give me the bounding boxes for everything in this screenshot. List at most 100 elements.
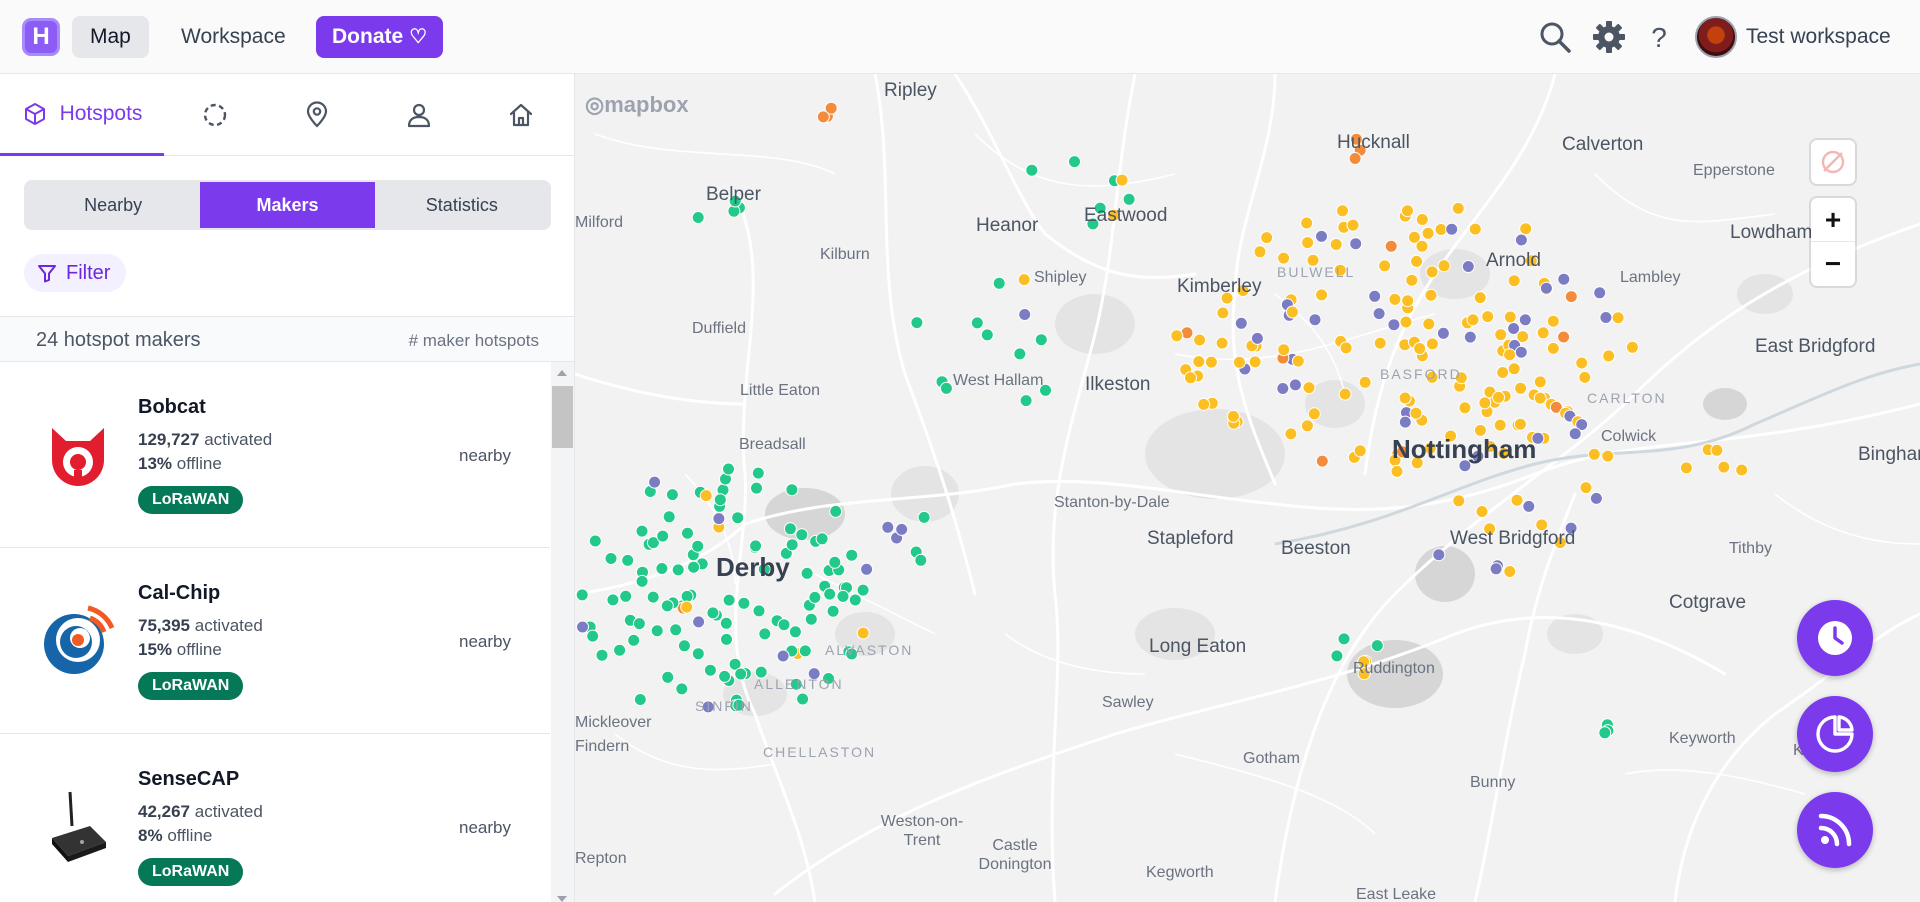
hotspot-marker[interactable] [595,648,609,662]
hotspot-marker[interactable] [828,555,842,569]
hotspot-marker[interactable] [1398,415,1412,429]
hotspot-marker[interactable] [1494,328,1508,342]
hotspot-marker[interactable] [785,538,799,552]
hotspot-marker[interactable] [1330,649,1344,663]
hotspot-marker[interactable] [621,553,635,567]
hotspot-marker[interactable] [680,600,694,614]
hotspot-marker[interactable] [613,643,627,657]
hotspot-marker[interactable] [1413,342,1427,355]
hotspot-marker[interactable] [1215,336,1229,350]
hotspot-marker[interactable] [1514,381,1528,395]
hotspot-marker[interactable] [1401,204,1414,218]
hotspot-marker[interactable] [627,633,641,647]
hotspot-marker[interactable] [1184,371,1197,385]
hotspot-marker[interactable] [1260,231,1274,245]
hotspot-marker[interactable] [1410,254,1424,268]
hotspot-marker[interactable] [910,316,924,330]
hotspot-marker[interactable] [992,276,1006,290]
hotspot-marker[interactable] [1514,233,1528,247]
hotspot-marker[interactable] [788,625,802,639]
donate-button[interactable]: Donate ♡ [316,16,444,58]
zoom-out-button[interactable]: − [1811,242,1855,286]
hotspot-marker[interactable] [856,626,870,640]
hotspot-marker[interactable] [1503,348,1517,362]
hotspot-marker[interactable] [661,670,675,684]
hotspot-marker[interactable] [712,512,726,526]
hotspot-marker[interactable] [1492,390,1505,404]
hotspot-marker[interactable] [650,624,664,638]
hotspot-marker[interactable] [848,593,862,607]
hotspot-marker[interactable] [662,510,676,524]
hotspot-marker[interactable] [1598,726,1612,740]
hotspot-marker[interactable] [1475,505,1489,518]
hotspot-marker[interactable] [1468,222,1482,236]
hotspot-marker[interactable] [734,667,748,681]
hotspot-marker[interactable] [1368,289,1382,303]
hotspot-marker[interactable] [1424,288,1438,302]
hotspot-marker[interactable] [856,583,870,597]
hotspot-marker[interactable] [655,562,669,575]
hotspot-marker[interactable] [1579,481,1593,495]
hotspot-marker[interactable] [1546,341,1560,355]
hotspot-marker[interactable] [1611,311,1625,325]
hotspot-marker[interactable] [576,620,589,634]
hotspot-marker[interactable] [737,596,751,610]
maker-row[interactable]: Cal-Chip 75,395 activated 15% offline Lo… [0,548,550,734]
hotspot-marker[interactable] [687,560,701,574]
app-logo[interactable]: H [22,18,60,56]
hotspot-marker[interactable] [681,526,694,540]
scroll-down-arrow[interactable] [557,896,567,902]
hotspot-marker[interactable] [1034,333,1048,347]
hotspot-marker[interactable] [1284,427,1298,441]
hotspot-marker[interactable] [881,520,895,534]
hotspot-marker[interactable] [1452,494,1466,508]
hotspot-marker[interactable] [1373,336,1387,350]
hotspot-marker[interactable] [783,522,797,536]
hotspot-marker[interactable] [836,589,850,603]
hotspot-marker[interactable] [1405,273,1419,287]
hotspot-marker[interactable] [1458,401,1472,415]
hotspot-marker[interactable] [1557,272,1571,286]
hotspot-marker[interactable] [796,692,810,706]
hotspot-marker[interactable] [1302,381,1316,395]
hotspot-marker[interactable] [699,489,713,503]
hotspot-marker[interactable] [1307,407,1321,421]
hotspot-marker[interactable] [1388,292,1402,306]
hotspot-marker[interactable] [1301,236,1315,250]
hotspot-marker[interactable] [1387,318,1401,332]
hotspot-marker[interactable] [1587,447,1601,461]
hotspot-marker[interactable] [1277,343,1291,357]
hotspot-marker[interactable] [1288,378,1302,392]
hotspot-marker[interactable] [1300,216,1314,230]
hotspot-marker[interactable] [1432,548,1446,562]
hotspot-marker[interactable] [795,528,809,542]
hotspot-marker[interactable] [1710,443,1724,457]
hotspot-marker[interactable] [752,604,766,618]
hotspot-marker[interactable] [1193,333,1207,347]
hotspot-marker[interactable] [1337,632,1351,646]
hotspot-marker[interactable] [808,590,822,604]
hotspot-marker[interactable] [1539,281,1553,295]
hotspot-marker[interactable] [749,539,763,553]
hotspot-marker[interactable] [1415,213,1429,226]
tab-hotspots[interactable]: Hotspots [0,74,164,156]
hotspot-marker[interactable] [1518,313,1532,327]
hotspot-marker[interactable] [656,529,670,543]
hotspot-marker[interactable] [1434,223,1448,236]
hotspot-marker[interactable] [1409,406,1423,420]
hotspot-marker[interactable] [800,566,814,580]
hotspot-marker[interactable] [1248,355,1262,369]
hotspot-marker[interactable] [1358,375,1372,389]
hotspot-marker[interactable] [722,462,735,476]
hotspot-marker[interactable] [1519,222,1533,236]
hotspot-marker[interactable] [722,593,736,607]
list-scrollbar-thumb[interactable] [552,386,573,448]
hotspot-marker[interactable] [777,618,791,632]
hotspot-marker[interactable] [1338,387,1352,401]
hotspot-marker[interactable] [1339,341,1353,355]
history-button[interactable] [1797,600,1873,676]
hotspot-marker[interactable] [1013,347,1027,361]
hotspot-marker[interactable] [635,574,649,588]
hotspot-marker[interactable] [1445,222,1459,236]
hotspot-marker[interactable] [1481,310,1495,324]
